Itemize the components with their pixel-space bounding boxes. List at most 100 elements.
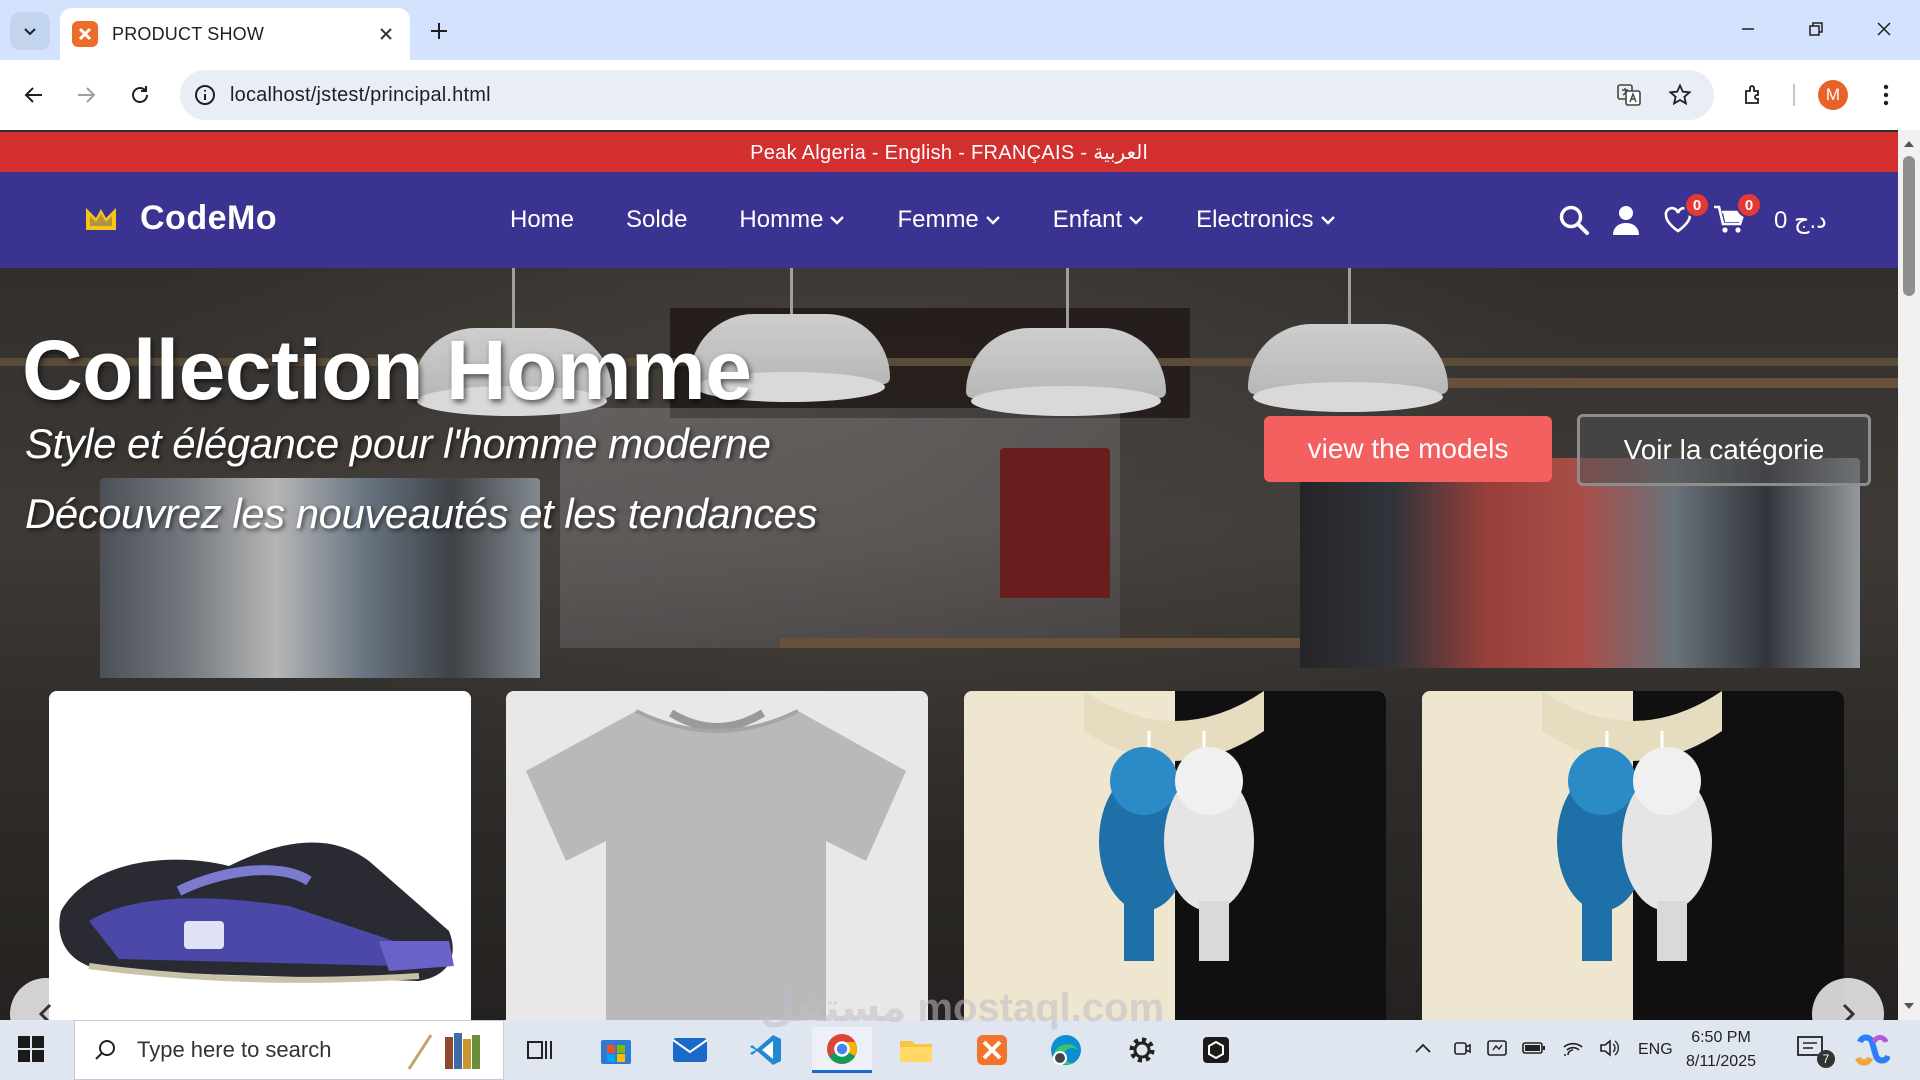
copilot-button[interactable] [1854, 1032, 1891, 1068]
scroll-up-arrow-icon[interactable] [1898, 134, 1920, 154]
minimize-button[interactable] [1720, 8, 1776, 50]
address-bar[interactable]: localhost/jstest/principal.html [180, 70, 1714, 120]
main-menu: Home Solde Homme Femme Enfant Electronic… [510, 172, 1388, 268]
task-view-button[interactable] [510, 1027, 570, 1073]
nav-item-label: Homme [739, 206, 824, 233]
hoodie-image [1422, 691, 1844, 1020]
mail-icon [672, 1038, 708, 1062]
url-text[interactable]: localhost/jstest/principal.html [230, 84, 491, 107]
nav-item-electronics[interactable]: Electronics [1196, 206, 1335, 234]
plus-icon [431, 23, 447, 39]
taskbar-search-box[interactable]: Type here to search [74, 1020, 504, 1080]
view-category-button[interactable]: Voir la catégorie [1577, 414, 1871, 486]
chevron-down-icon [1320, 214, 1336, 226]
scroll-down-arrow-icon[interactable] [1898, 996, 1920, 1016]
folder-icon [900, 1041, 932, 1062]
chrome-button[interactable] [812, 1027, 872, 1073]
browser-tab-active[interactable]: PRODUCT SHOW [60, 8, 410, 60]
gear-icon [1129, 1037, 1155, 1063]
product-card[interactable] [49, 691, 471, 1020]
browser-menu-button[interactable] [1868, 77, 1904, 113]
chrome-icon [827, 1033, 857, 1064]
edge-profile-button[interactable] [1036, 1027, 1096, 1073]
view-models-button[interactable]: view the models [1264, 416, 1552, 482]
system-tray: ENG [1414, 1020, 1673, 1080]
reload-button[interactable] [122, 77, 158, 113]
xampp-favicon-icon [72, 21, 98, 47]
meet-icon[interactable] [1452, 1038, 1472, 1063]
site-navbar: CodeMo Home Solde Homme Femme Enfant Ele… [0, 172, 1898, 268]
browser-toolbar: localhost/jstest/principal.html M [0, 60, 1920, 130]
store-icon [601, 1040, 631, 1064]
nav-item-femme[interactable]: Femme [897, 206, 1000, 234]
search-button[interactable] [1554, 200, 1594, 240]
windows-logo-icon [18, 1036, 44, 1062]
profile-avatar[interactable]: M [1818, 80, 1848, 110]
reload-icon [132, 86, 148, 103]
wishlist-button[interactable]: 0 [1658, 192, 1710, 240]
nav-item-enfant[interactable]: Enfant [1053, 206, 1144, 234]
nav-item-label: Solde [626, 206, 688, 233]
chevron-down-icon [24, 28, 36, 36]
chevron-down-icon [985, 214, 1001, 226]
system-clock[interactable]: 6:50 PM 8/11/2025 [1666, 1026, 1776, 1074]
kebab-menu-icon [1883, 84, 1889, 106]
close-icon [1877, 22, 1891, 36]
terminal-app-button[interactable] [1186, 1027, 1246, 1073]
extensions-button[interactable] [1736, 77, 1772, 113]
user-icon [1613, 206, 1639, 235]
nav-item-label: Enfant [1052, 206, 1123, 233]
mail-button[interactable] [660, 1027, 720, 1073]
restore-button[interactable] [1788, 8, 1844, 50]
xampp-button[interactable] [962, 1027, 1022, 1073]
nav-item-homme[interactable]: Homme [739, 206, 845, 234]
hero-subtitle-secondary: Découvrez les nouveautés et les tendance… [25, 490, 818, 537]
windows-taskbar: Type here to search ENG 6:50 PM 8/11/202… [0, 1020, 1920, 1080]
chevron-left-icon [38, 1003, 52, 1020]
clock-time: 6:50 PM [1691, 1029, 1751, 1046]
minimize-icon [1742, 28, 1754, 30]
web-page-viewport: Peak Algeria - English - FRANÇAIS - العر… [0, 130, 1898, 1020]
product-card[interactable] [1422, 691, 1844, 1020]
bookmark-star-button[interactable] [1663, 78, 1697, 112]
network-icon[interactable] [1562, 1039, 1584, 1062]
product-card[interactable] [964, 691, 1386, 1020]
product-card[interactable] [506, 691, 928, 1020]
cart-button[interactable]: 0 [1710, 192, 1762, 240]
forward-button[interactable] [68, 77, 104, 113]
tab-close-button[interactable] [374, 22, 398, 46]
back-button[interactable] [16, 77, 52, 113]
scrollbar-thumb[interactable] [1903, 156, 1915, 296]
start-button[interactable] [16, 1034, 46, 1064]
cart-count-badge: 0 [1736, 192, 1762, 218]
page-scrollbar[interactable] [1898, 130, 1920, 1020]
screen-capture-icon[interactable] [1486, 1038, 1508, 1063]
logo-text: CodeMo [140, 199, 278, 237]
nav-item-home[interactable]: Home [510, 206, 574, 234]
restore-icon [1809, 22, 1823, 36]
browser-tab-strip: PRODUCT SHOW [0, 0, 1920, 60]
site-logo[interactable]: CodeMo [84, 199, 277, 238]
account-button[interactable] [1606, 200, 1646, 240]
vscode-button[interactable] [736, 1027, 796, 1073]
chevron-down-icon [1128, 214, 1144, 226]
cube-app-icon [1203, 1037, 1229, 1063]
close-window-button[interactable] [1856, 8, 1912, 50]
nav-item-solde[interactable]: Solde [626, 206, 687, 234]
notification-center-button[interactable]: 7 [1795, 1034, 1835, 1068]
settings-button[interactable] [1112, 1027, 1172, 1073]
tray-chevron-up-icon[interactable] [1414, 1041, 1432, 1059]
translate-button[interactable] [1612, 78, 1646, 112]
tshirt-image [506, 691, 928, 1020]
volume-icon[interactable] [1598, 1038, 1620, 1063]
tab-search-button[interactable] [10, 12, 50, 50]
site-info-icon[interactable] [194, 84, 216, 106]
nav-item-label: Electronics [1196, 206, 1314, 233]
battery-icon[interactable] [1522, 1041, 1546, 1060]
file-explorer-button[interactable] [886, 1027, 946, 1073]
microsoft-store-button[interactable] [586, 1027, 646, 1073]
new-tab-button[interactable] [422, 14, 456, 48]
language-topbar[interactable]: Peak Algeria - English - FRANÇAIS - العر… [0, 132, 1898, 172]
edge-icon [1051, 1035, 1081, 1065]
hero-subtitle: Style et élégance pour l'homme moderne [25, 420, 771, 467]
